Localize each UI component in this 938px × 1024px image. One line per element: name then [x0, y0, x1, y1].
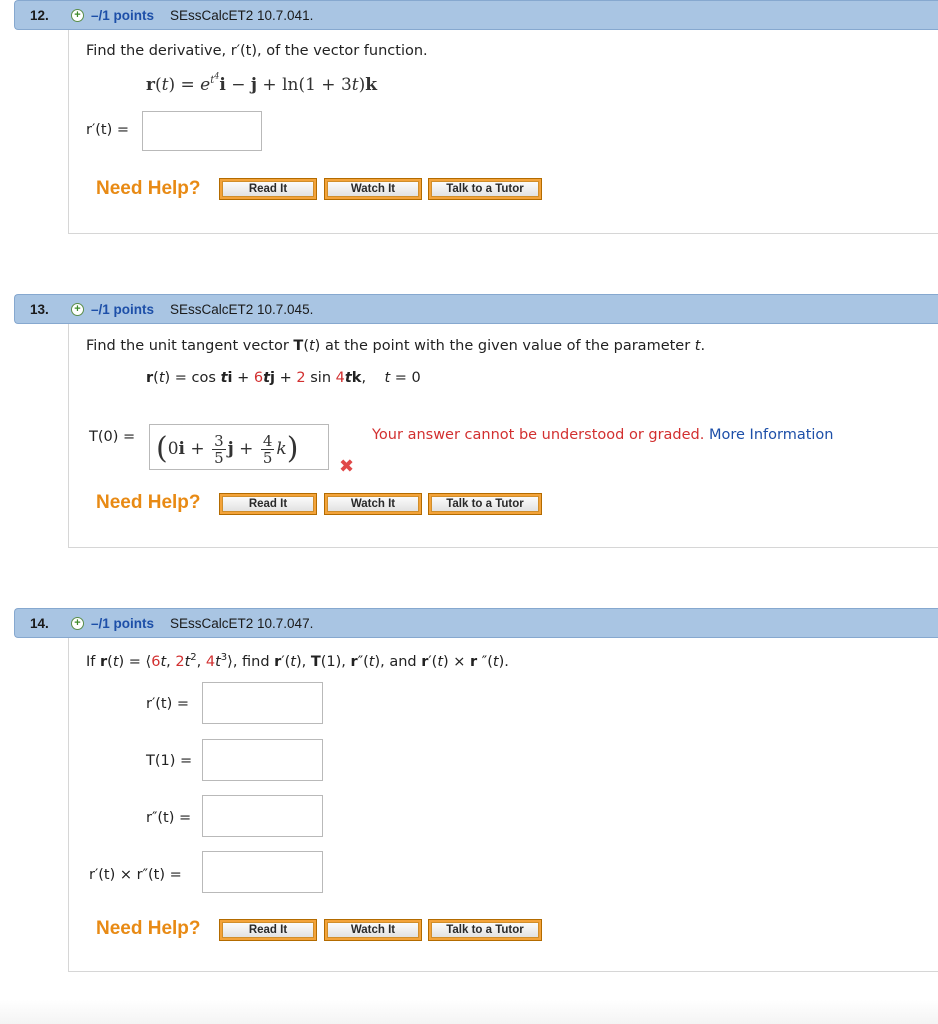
- problem-reference: SEssCalcET2 10.7.045.: [170, 302, 314, 317]
- read-it-label: Read It: [222, 496, 314, 512]
- answer-input[interactable]: [202, 739, 323, 781]
- answer-label: r′(t) =: [146, 696, 190, 712]
- talk-to-tutor-button[interactable]: Talk to a Tutor: [428, 493, 542, 515]
- answer-label: r″(t) =: [146, 810, 192, 826]
- need-help-label: Need Help?: [96, 492, 201, 513]
- talk-to-tutor-label: Talk to a Tutor: [431, 922, 539, 938]
- x-mark-icon: ✖: [339, 456, 355, 477]
- answer-input[interactable]: [202, 682, 323, 724]
- watch-it-label: Watch It: [327, 496, 419, 512]
- problem-reference: SEssCalcET2 10.7.047.: [170, 616, 314, 631]
- points-label: –/1 points: [91, 302, 155, 317]
- question-number: 12.: [30, 8, 49, 23]
- watch-it-label: Watch It: [327, 181, 419, 197]
- need-help-label: Need Help?: [96, 178, 201, 199]
- answer-label: r′(t) =: [86, 122, 130, 138]
- watch-it-button[interactable]: Watch It: [324, 919, 422, 941]
- question-number: 13.: [30, 302, 49, 317]
- question-header: 12. + –/1 points SEssCalcET2 10.7.041.: [14, 0, 938, 30]
- question-prompt: If r(t) = ⟨6t, 2t2, 4t3⟩, find r′(t), T(…: [86, 652, 509, 670]
- read-it-label: Read It: [222, 181, 314, 197]
- talk-to-tutor-button[interactable]: Talk to a Tutor: [428, 919, 542, 941]
- answer-math-value: (0i + 35j + 4 5 k): [156, 431, 299, 467]
- problem-reference: SEssCalcET2 10.7.041.: [170, 8, 314, 23]
- watch-it-button[interactable]: Watch It: [324, 493, 422, 515]
- talk-to-tutor-label: Talk to a Tutor: [431, 496, 539, 512]
- talk-to-tutor-label: Talk to a Tutor: [431, 181, 539, 197]
- answer-label: T(1) =: [146, 753, 193, 769]
- question-number: 14.: [30, 616, 49, 631]
- error-message: Your answer cannot be understood or grad…: [372, 427, 834, 443]
- question-body: Find the unit tangent vector T(t) at the…: [68, 324, 938, 548]
- question-body: If r(t) = ⟨6t, 2t2, 4t3⟩, find r′(t), T(…: [68, 638, 938, 972]
- bottom-fade: [0, 1000, 938, 1024]
- read-it-button[interactable]: Read It: [219, 919, 317, 941]
- answer-input[interactable]: [202, 851, 323, 893]
- expand-plus-icon[interactable]: +: [71, 617, 84, 630]
- points-label: –/1 points: [91, 8, 155, 23]
- vector-function-equation: r(t) = et4i − j + ln(1 + 3t)k: [146, 72, 378, 95]
- watch-it-button[interactable]: Watch It: [324, 178, 422, 200]
- question-header: 14. + –/1 points SEssCalcET2 10.7.047.: [14, 608, 938, 638]
- answer-input[interactable]: [202, 795, 323, 837]
- read-it-label: Read It: [222, 922, 314, 938]
- need-help-label: Need Help?: [96, 918, 201, 939]
- answer-input[interactable]: [142, 111, 262, 151]
- question-prompt: Find the derivative, r′(t), of the vecto…: [86, 43, 428, 59]
- read-it-button[interactable]: Read It: [219, 178, 317, 200]
- answer-input[interactable]: (0i + 35j + 4 5 k): [149, 424, 329, 470]
- talk-to-tutor-button[interactable]: Talk to a Tutor: [428, 178, 542, 200]
- points-label: –/1 points: [91, 616, 155, 631]
- more-information-link[interactable]: More Information: [709, 427, 834, 443]
- answer-label: r′(t) × r″(t) =: [89, 867, 182, 883]
- question-prompt: Find the unit tangent vector T(t) at the…: [86, 338, 706, 354]
- vector-function-equation: r(t) = cos ti + 6tj + 2 sin 4tk, t = 0: [146, 370, 421, 386]
- read-it-button[interactable]: Read It: [219, 493, 317, 515]
- question-body: Find the derivative, r′(t), of the vecto…: [68, 30, 938, 234]
- question-header: 13. + –/1 points SEssCalcET2 10.7.045.: [14, 294, 938, 324]
- watch-it-label: Watch It: [327, 922, 419, 938]
- expand-plus-icon[interactable]: +: [71, 303, 84, 316]
- answer-label: T(0) =: [89, 429, 136, 445]
- expand-plus-icon[interactable]: +: [71, 9, 84, 22]
